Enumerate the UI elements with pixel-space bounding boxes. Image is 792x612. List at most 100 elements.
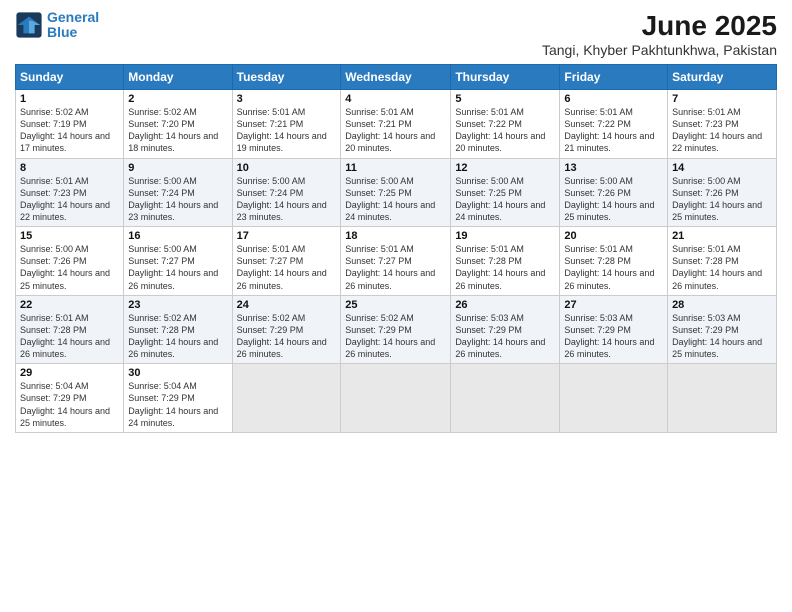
calendar-cell: 28Sunrise: 5:03 AMSunset: 7:29 PMDayligh… bbox=[668, 295, 777, 364]
cell-details: Sunrise: 5:00 AMSunset: 7:26 PMDaylight:… bbox=[672, 175, 772, 224]
day-number: 20 bbox=[564, 230, 663, 242]
header-saturday: Saturday bbox=[668, 65, 777, 90]
calendar-cell: 13Sunrise: 5:00 AMSunset: 7:26 PMDayligh… bbox=[560, 158, 668, 227]
cell-details: Sunrise: 5:01 AMSunset: 7:23 PMDaylight:… bbox=[672, 106, 772, 155]
cell-details: Sunrise: 5:00 AMSunset: 7:24 PMDaylight:… bbox=[128, 175, 227, 224]
logo: General Blue bbox=[15, 10, 99, 41]
cell-details: Sunrise: 5:00 AMSunset: 7:25 PMDaylight:… bbox=[345, 175, 446, 224]
day-number: 16 bbox=[128, 230, 227, 242]
cell-details: Sunrise: 5:04 AMSunset: 7:29 PMDaylight:… bbox=[128, 380, 227, 429]
calendar-cell bbox=[560, 364, 668, 433]
calendar-cell: 30Sunrise: 5:04 AMSunset: 7:29 PMDayligh… bbox=[124, 364, 232, 433]
day-number: 15 bbox=[20, 230, 119, 242]
cell-details: Sunrise: 5:02 AMSunset: 7:29 PMDaylight:… bbox=[345, 312, 446, 361]
day-number: 26 bbox=[455, 299, 555, 311]
calendar-cell: 22Sunrise: 5:01 AMSunset: 7:28 PMDayligh… bbox=[16, 295, 124, 364]
calendar-cell bbox=[668, 364, 777, 433]
header-monday: Monday bbox=[124, 65, 232, 90]
calendar-header-row: SundayMondayTuesdayWednesdayThursdayFrid… bbox=[16, 65, 777, 90]
day-number: 19 bbox=[455, 230, 555, 242]
day-number: 17 bbox=[237, 230, 337, 242]
day-number: 4 bbox=[345, 93, 446, 105]
title-block: June 2025 Tangi, Khyber Pakhtunkhwa, Pak… bbox=[542, 10, 777, 58]
header-friday: Friday bbox=[560, 65, 668, 90]
cell-details: Sunrise: 5:01 AMSunset: 7:28 PMDaylight:… bbox=[20, 312, 119, 361]
day-number: 1 bbox=[20, 93, 119, 105]
week-row-5: 29Sunrise: 5:04 AMSunset: 7:29 PMDayligh… bbox=[16, 364, 777, 433]
header-wednesday: Wednesday bbox=[341, 65, 451, 90]
calendar-cell bbox=[341, 364, 451, 433]
calendar-cell: 9Sunrise: 5:00 AMSunset: 7:24 PMDaylight… bbox=[124, 158, 232, 227]
calendar-cell: 24Sunrise: 5:02 AMSunset: 7:29 PMDayligh… bbox=[232, 295, 341, 364]
week-row-2: 8Sunrise: 5:01 AMSunset: 7:23 PMDaylight… bbox=[16, 158, 777, 227]
page: General Blue June 2025 Tangi, Khyber Pak… bbox=[0, 0, 792, 612]
header: General Blue June 2025 Tangi, Khyber Pak… bbox=[15, 10, 777, 58]
cell-details: Sunrise: 5:03 AMSunset: 7:29 PMDaylight:… bbox=[672, 312, 772, 361]
calendar-cell bbox=[232, 364, 341, 433]
calendar-cell: 2Sunrise: 5:02 AMSunset: 7:20 PMDaylight… bbox=[124, 90, 232, 159]
day-number: 28 bbox=[672, 299, 772, 311]
cell-details: Sunrise: 5:00 AMSunset: 7:27 PMDaylight:… bbox=[128, 243, 227, 292]
day-number: 11 bbox=[345, 162, 446, 174]
calendar-cell: 6Sunrise: 5:01 AMSunset: 7:22 PMDaylight… bbox=[560, 90, 668, 159]
cell-details: Sunrise: 5:00 AMSunset: 7:25 PMDaylight:… bbox=[455, 175, 555, 224]
day-number: 22 bbox=[20, 299, 119, 311]
logo-line1: General bbox=[47, 10, 99, 25]
cell-details: Sunrise: 5:01 AMSunset: 7:22 PMDaylight:… bbox=[455, 106, 555, 155]
day-number: 21 bbox=[672, 230, 772, 242]
header-thursday: Thursday bbox=[451, 65, 560, 90]
calendar-cell: 11Sunrise: 5:00 AMSunset: 7:25 PMDayligh… bbox=[341, 158, 451, 227]
cell-details: Sunrise: 5:02 AMSunset: 7:19 PMDaylight:… bbox=[20, 106, 119, 155]
day-number: 10 bbox=[237, 162, 337, 174]
cell-details: Sunrise: 5:01 AMSunset: 7:22 PMDaylight:… bbox=[564, 106, 663, 155]
cell-details: Sunrise: 5:01 AMSunset: 7:27 PMDaylight:… bbox=[237, 243, 337, 292]
main-title: June 2025 bbox=[542, 10, 777, 42]
day-number: 18 bbox=[345, 230, 446, 242]
calendar-cell: 12Sunrise: 5:00 AMSunset: 7:25 PMDayligh… bbox=[451, 158, 560, 227]
cell-details: Sunrise: 5:03 AMSunset: 7:29 PMDaylight:… bbox=[455, 312, 555, 361]
day-number: 7 bbox=[672, 93, 772, 105]
day-number: 13 bbox=[564, 162, 663, 174]
cell-details: Sunrise: 5:01 AMSunset: 7:28 PMDaylight:… bbox=[455, 243, 555, 292]
calendar-cell: 17Sunrise: 5:01 AMSunset: 7:27 PMDayligh… bbox=[232, 227, 341, 296]
logo-icon bbox=[15, 11, 43, 39]
calendar-cell: 18Sunrise: 5:01 AMSunset: 7:27 PMDayligh… bbox=[341, 227, 451, 296]
day-number: 12 bbox=[455, 162, 555, 174]
calendar-cell: 5Sunrise: 5:01 AMSunset: 7:22 PMDaylight… bbox=[451, 90, 560, 159]
day-number: 3 bbox=[237, 93, 337, 105]
week-row-1: 1Sunrise: 5:02 AMSunset: 7:19 PMDaylight… bbox=[16, 90, 777, 159]
calendar-cell: 3Sunrise: 5:01 AMSunset: 7:21 PMDaylight… bbox=[232, 90, 341, 159]
day-number: 27 bbox=[564, 299, 663, 311]
calendar-cell: 29Sunrise: 5:04 AMSunset: 7:29 PMDayligh… bbox=[16, 364, 124, 433]
header-sunday: Sunday bbox=[16, 65, 124, 90]
day-number: 24 bbox=[237, 299, 337, 311]
cell-details: Sunrise: 5:01 AMSunset: 7:28 PMDaylight:… bbox=[672, 243, 772, 292]
cell-details: Sunrise: 5:02 AMSunset: 7:28 PMDaylight:… bbox=[128, 312, 227, 361]
day-number: 6 bbox=[564, 93, 663, 105]
cell-details: Sunrise: 5:04 AMSunset: 7:29 PMDaylight:… bbox=[20, 380, 119, 429]
subtitle: Tangi, Khyber Pakhtunkhwa, Pakistan bbox=[542, 42, 777, 58]
day-number: 9 bbox=[128, 162, 227, 174]
cell-details: Sunrise: 5:02 AMSunset: 7:20 PMDaylight:… bbox=[128, 106, 227, 155]
calendar-cell: 8Sunrise: 5:01 AMSunset: 7:23 PMDaylight… bbox=[16, 158, 124, 227]
calendar-cell: 15Sunrise: 5:00 AMSunset: 7:26 PMDayligh… bbox=[16, 227, 124, 296]
cell-details: Sunrise: 5:00 AMSunset: 7:26 PMDaylight:… bbox=[20, 243, 119, 292]
cell-details: Sunrise: 5:01 AMSunset: 7:21 PMDaylight:… bbox=[345, 106, 446, 155]
calendar-table: SundayMondayTuesdayWednesdayThursdayFrid… bbox=[15, 64, 777, 433]
day-number: 29 bbox=[20, 367, 119, 379]
calendar-cell: 19Sunrise: 5:01 AMSunset: 7:28 PMDayligh… bbox=[451, 227, 560, 296]
cell-details: Sunrise: 5:00 AMSunset: 7:26 PMDaylight:… bbox=[564, 175, 663, 224]
logo-line2: Blue bbox=[47, 25, 99, 40]
cell-details: Sunrise: 5:01 AMSunset: 7:27 PMDaylight:… bbox=[345, 243, 446, 292]
cell-details: Sunrise: 5:00 AMSunset: 7:24 PMDaylight:… bbox=[237, 175, 337, 224]
cell-details: Sunrise: 5:01 AMSunset: 7:23 PMDaylight:… bbox=[20, 175, 119, 224]
cell-details: Sunrise: 5:01 AMSunset: 7:28 PMDaylight:… bbox=[564, 243, 663, 292]
calendar-cell: 25Sunrise: 5:02 AMSunset: 7:29 PMDayligh… bbox=[341, 295, 451, 364]
calendar-cell: 23Sunrise: 5:02 AMSunset: 7:28 PMDayligh… bbox=[124, 295, 232, 364]
day-number: 30 bbox=[128, 367, 227, 379]
calendar-cell: 26Sunrise: 5:03 AMSunset: 7:29 PMDayligh… bbox=[451, 295, 560, 364]
day-number: 2 bbox=[128, 93, 227, 105]
day-number: 25 bbox=[345, 299, 446, 311]
calendar-cell: 16Sunrise: 5:00 AMSunset: 7:27 PMDayligh… bbox=[124, 227, 232, 296]
header-tuesday: Tuesday bbox=[232, 65, 341, 90]
